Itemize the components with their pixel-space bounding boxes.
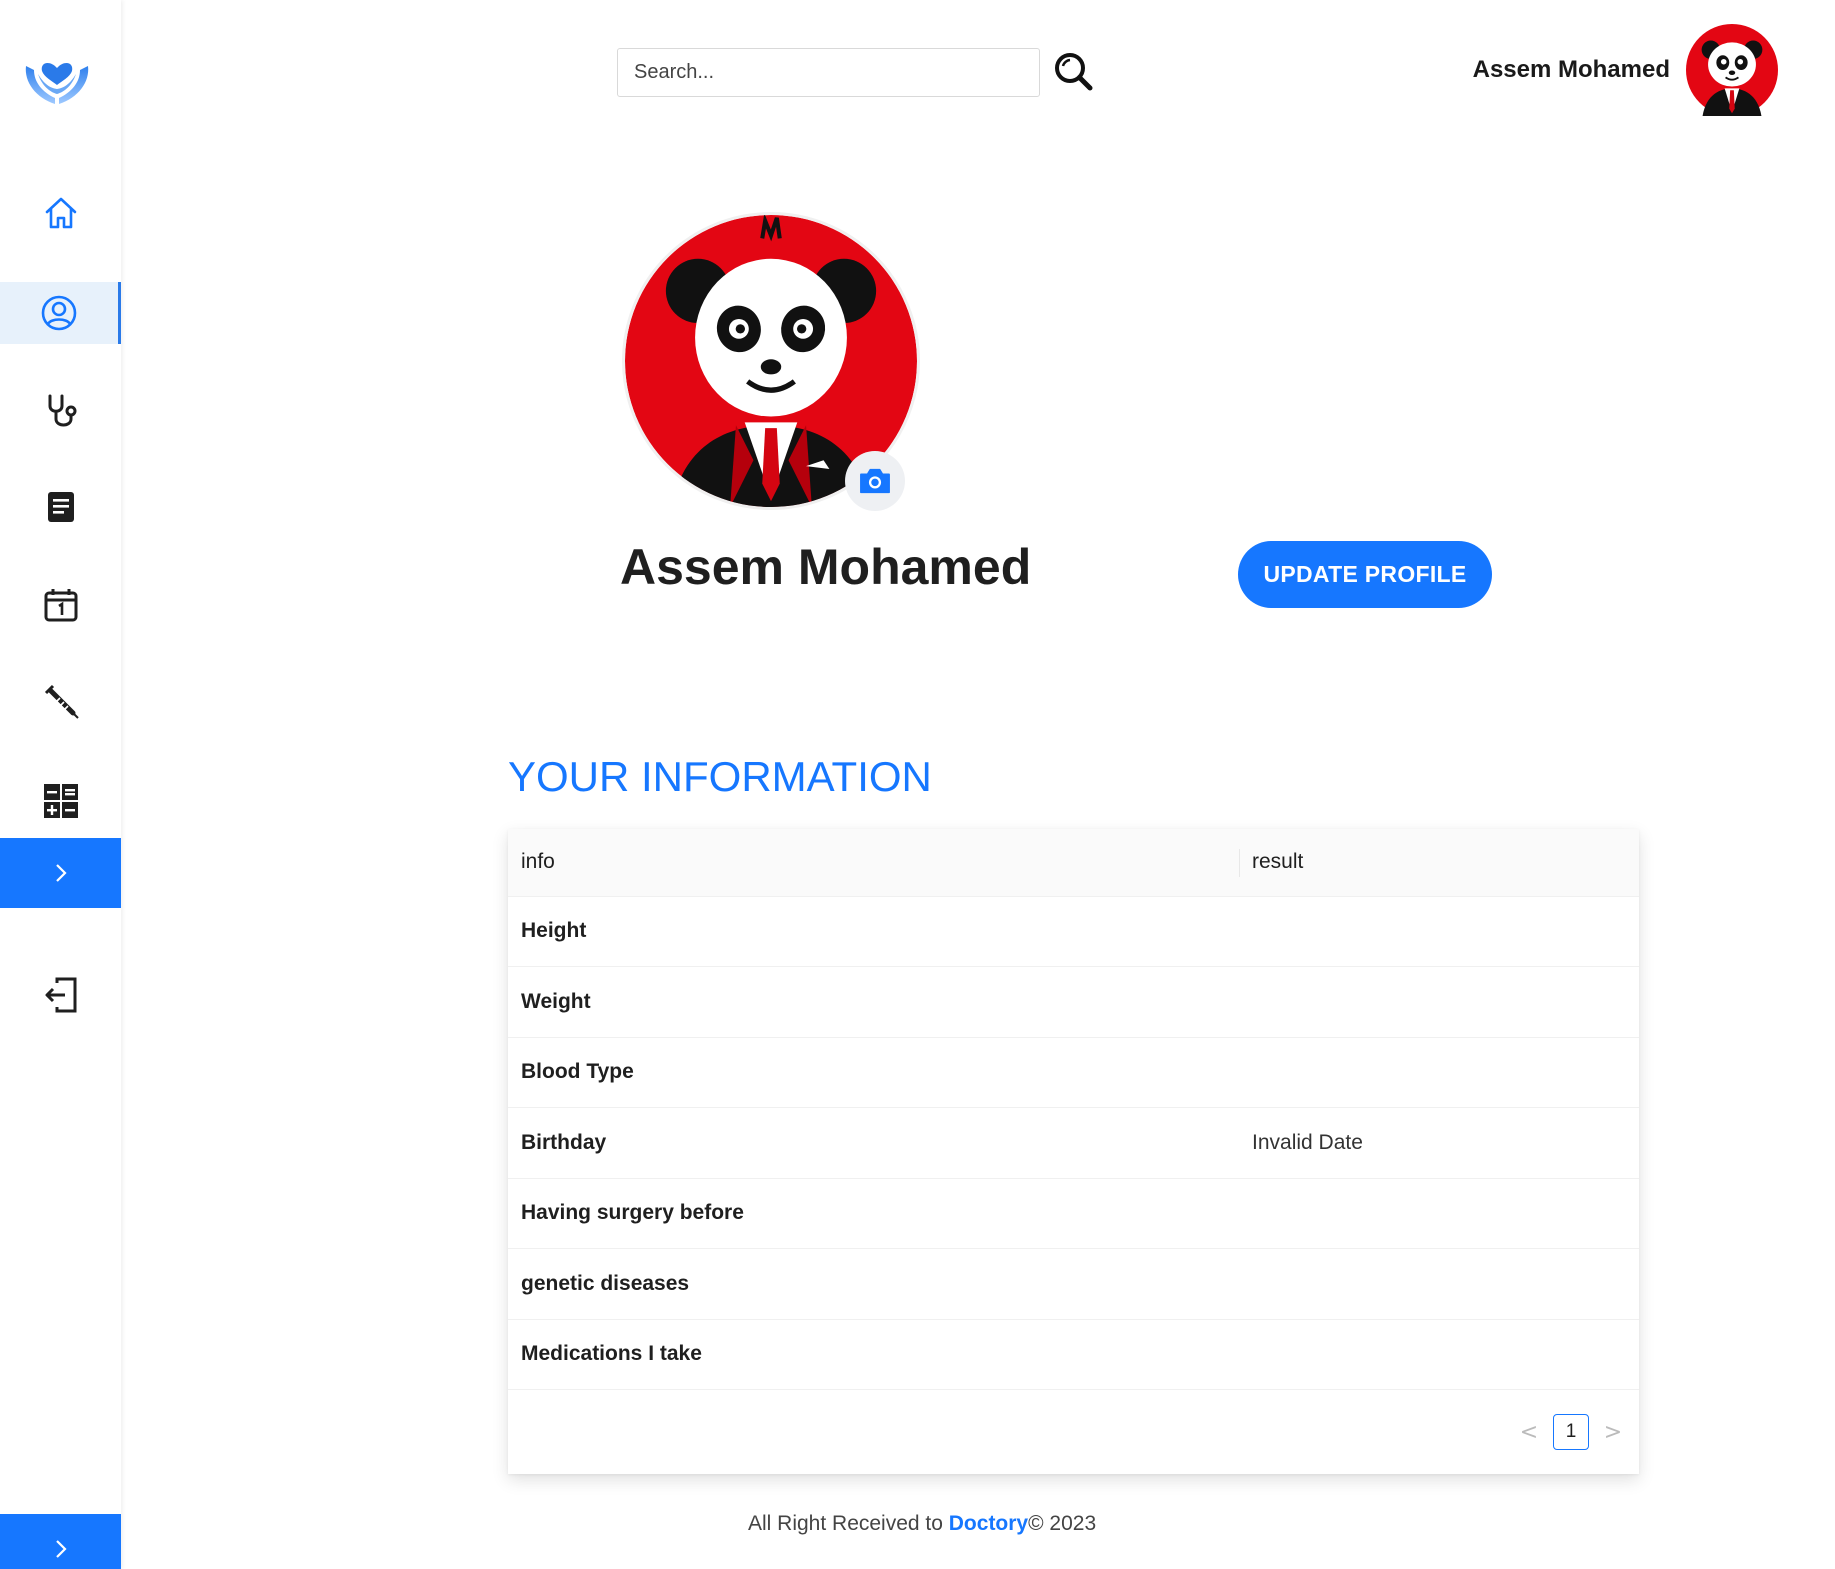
footer-text: All Right Received to Doctory© 2023 <box>748 1512 1096 1536</box>
info-cell: Weight <box>508 966 1239 1038</box>
sidebar-expand-bottom-button[interactable] <box>0 1514 121 1569</box>
table-header-row: info result <box>508 829 1639 897</box>
info-cell: Medications I take <box>508 1319 1239 1390</box>
app-root: Assem Mohamed <box>0 0 1835 1569</box>
table-row: Birthday Invalid Date <box>508 1107 1639 1179</box>
pagination-page-1[interactable]: 1 <box>1553 1414 1589 1450</box>
table-row: Blood Type <box>508 1037 1639 1108</box>
pagination-next-button[interactable]: > <box>1603 1420 1623 1445</box>
search-button[interactable] <box>1052 50 1094 92</box>
section-title: YOUR INFORMATION <box>508 753 932 800</box>
header-user-name[interactable]: Assem Mohamed <box>1420 56 1670 84</box>
table-row: Having surgery before <box>508 1178 1639 1249</box>
syringe-icon <box>44 684 79 719</box>
chevron-right-icon <box>55 864 67 882</box>
document-icon <box>47 492 74 522</box>
home-icon <box>45 197 76 229</box>
stethoscope-icon <box>48 394 76 427</box>
sidebar-item-calculator[interactable] <box>0 770 121 832</box>
info-table: info result Height Weight Blood Type Bir… <box>508 829 1639 1390</box>
profile-name: Assem Mohamed <box>620 539 1032 595</box>
footer-suffix: © 2023 <box>1028 1512 1097 1535</box>
footer-prefix: All Right Received to <box>748 1512 949 1535</box>
info-cell: Having surgery before <box>508 1178 1239 1249</box>
update-profile-button[interactable]: UPDATE PROFILE <box>1238 541 1492 608</box>
pagination: < 1 > <box>1519 1414 1623 1450</box>
result-cell <box>1239 966 1639 1038</box>
info-table-card: info result Height Weight Blood Type Bir… <box>508 829 1639 1474</box>
sidebar-item-vaccines[interactable] <box>0 672 121 734</box>
pagination-prev-button[interactable]: < <box>1519 1420 1539 1445</box>
heart-hands-logo[interactable] <box>22 42 92 108</box>
user-circle-icon <box>41 295 77 331</box>
camera-icon <box>860 468 890 494</box>
sidebar-item-doctors[interactable] <box>0 380 121 442</box>
sidebar <box>0 0 121 1569</box>
search-input[interactable] <box>617 48 1040 97</box>
table-row: Height <box>508 896 1639 967</box>
logout-icon <box>45 977 76 1013</box>
sidebar-expand-button[interactable] <box>0 838 121 908</box>
info-cell: Height <box>508 896 1239 967</box>
footer-brand-link[interactable]: Doctory <box>949 1512 1028 1535</box>
header-avatar[interactable] <box>1686 24 1778 116</box>
sidebar-item-logout[interactable] <box>0 964 121 1026</box>
info-cell: Blood Type <box>508 1037 1239 1108</box>
result-cell: Invalid Date <box>1239 1107 1639 1179</box>
table-row: genetic diseases <box>508 1248 1639 1320</box>
chevron-right-icon <box>55 1540 67 1558</box>
column-header-result: result <box>1239 829 1639 897</box>
calendar-icon <box>44 589 77 622</box>
result-cell <box>1239 1248 1639 1320</box>
table-row: Medications I take <box>508 1319 1639 1390</box>
sidebar-item-home[interactable] <box>0 182 121 244</box>
search-icon <box>1055 53 1093 91</box>
table-row: Weight <box>508 966 1639 1038</box>
change-photo-button[interactable] <box>845 451 905 511</box>
sidebar-item-profile[interactable] <box>0 282 121 344</box>
result-cell <box>1239 1178 1639 1249</box>
sidebar-item-appointments[interactable] <box>0 574 121 636</box>
sidebar-item-records[interactable] <box>0 476 121 538</box>
info-cell: Birthday <box>508 1107 1239 1179</box>
result-cell <box>1239 1319 1639 1390</box>
calculator-icon <box>43 784 78 818</box>
column-header-info: info <box>508 829 1239 897</box>
info-cell: genetic diseases <box>508 1248 1239 1320</box>
result-cell <box>1239 896 1639 967</box>
result-cell <box>1239 1037 1639 1108</box>
